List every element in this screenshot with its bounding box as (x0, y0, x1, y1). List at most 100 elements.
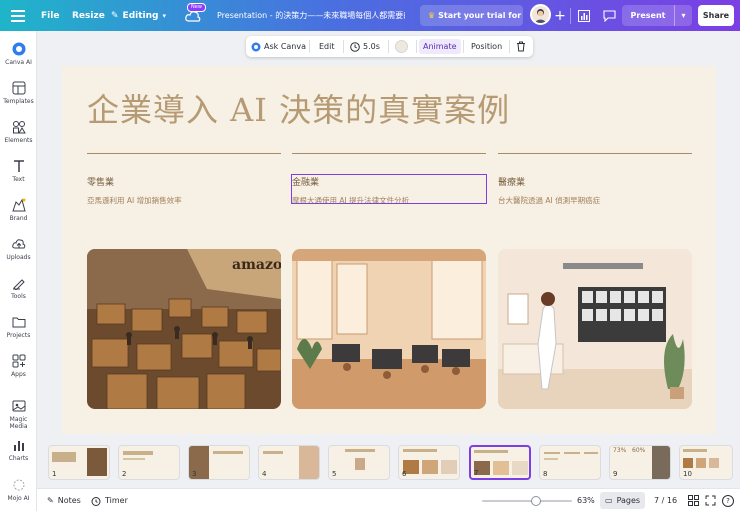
templates-icon (12, 81, 25, 95)
bottom-bar: ✎ Notes Timer 63% ▭ Pages 7 / 16 ? (37, 488, 740, 511)
sidebar-item-label: Apps (11, 371, 26, 378)
page-count: 7 / 16 (654, 496, 678, 505)
page-thumbnail[interactable]: 2 (118, 445, 180, 480)
position-button[interactable]: Position (471, 36, 502, 57)
page-thumbnail[interactable]: 4 (258, 445, 320, 480)
sidebar-item-label: Tools (11, 293, 26, 300)
page-thumbnail[interactable]: 73% 60% 9 (609, 445, 671, 480)
sidebar-item-label: Templates (3, 98, 34, 105)
insights-chart-icon[interactable] (573, 5, 595, 27)
column-heading-medical[interactable]: 醫療業 (498, 175, 525, 188)
elements-icon (12, 121, 26, 134)
present-button[interactable]: Present ▾ (622, 5, 692, 26)
avatar[interactable] (530, 4, 551, 25)
sidebar-item-canva-ai[interactable]: Canva AI (0, 42, 37, 66)
slide-title[interactable]: 企業導入 AI 決策的真實案例 (87, 85, 510, 131)
crown-icon: ♛ (428, 11, 436, 20)
page-number: 10 (683, 470, 692, 478)
column-heading-retail[interactable]: 零售業 (87, 175, 114, 188)
file-menu[interactable]: File (41, 0, 59, 31)
duration-button[interactable]: 5.0s (350, 36, 380, 57)
divider (509, 40, 510, 53)
page-number: 9 (613, 470, 618, 478)
divider-line (87, 153, 281, 154)
canva-ai-icon (251, 42, 261, 51)
brand-icon (11, 198, 26, 212)
mojo-ai-icon (13, 479, 24, 491)
sidebar-item-templates[interactable]: Templates (0, 81, 37, 105)
column-sub-medical[interactable]: 台大醫院透過 AI 偵測早期癌症 (498, 195, 600, 206)
document-title[interactable]: Presentation - 的決策力——未來職場每個人都需要的... (217, 0, 405, 31)
warehouse-image[interactable]: amazon (87, 249, 281, 409)
magic-media-icon (12, 400, 25, 412)
trash-icon[interactable] (516, 36, 526, 57)
editing-mode-button[interactable]: ✎ Editing ▾ (111, 0, 166, 31)
page-thumbnail[interactable]: 6 (398, 445, 460, 480)
divider (343, 40, 344, 53)
sidebar-item-label: Charts (8, 455, 29, 462)
pages-button[interactable]: ▭ Pages (600, 492, 646, 509)
page-thumbnail-selected[interactable]: 7 (469, 445, 531, 480)
sidebar-item-text[interactable]: Text (0, 159, 37, 183)
sidebar-item-uploads[interactable]: Uploads (0, 237, 37, 261)
page-thumbnail[interactable]: 8 (539, 445, 601, 480)
fullscreen-icon[interactable] (705, 489, 716, 511)
page-thumbnail[interactable]: 10 (679, 445, 733, 480)
grid-view-icon[interactable] (688, 489, 699, 511)
page-number: 6 (402, 470, 407, 478)
divider-line (498, 153, 692, 154)
hospital-image[interactable] (498, 249, 692, 409)
zoom-level[interactable]: 63% (577, 489, 595, 511)
ask-canva-label: Ask Canva (264, 42, 307, 51)
notes-button[interactable]: ✎ Notes (47, 489, 81, 511)
column-sub-retail[interactable]: 亞馬遜利用 AI 增加銷售效率 (87, 195, 182, 206)
sidebar-item-brand[interactable]: Brand (0, 198, 37, 222)
chevron-down-icon[interactable]: ▾ (674, 5, 692, 26)
sidebar-item-label: Brand (9, 215, 28, 222)
page-number: 5 (332, 470, 337, 478)
left-sidebar: Canva AI Templates Elements Text Brand U… (0, 31, 37, 511)
start-trial-button[interactable]: ♛ Start your trial for ... (420, 5, 523, 26)
pages-icon: ▭ (605, 496, 613, 505)
sidebar-item-projects[interactable]: Projects (0, 315, 37, 339)
zoom-slider-thumb[interactable] (531, 495, 542, 506)
amazon-sign: amazon (232, 257, 281, 273)
color-swatch-button[interactable] (395, 36, 408, 57)
sidebar-item-apps[interactable]: Apps (0, 354, 37, 378)
sidebar-item-label: Canva AI (5, 59, 32, 66)
share-button[interactable]: Share (698, 5, 734, 26)
sidebar-item-magic-media[interactable]: Magic Media (0, 399, 37, 430)
sidebar-item-label: Elements (4, 137, 33, 144)
sidebar-item-elements[interactable]: Elements (0, 120, 37, 144)
menu-icon[interactable] (7, 5, 29, 27)
selection-box[interactable] (291, 174, 487, 204)
edit-button[interactable]: Edit (319, 36, 335, 57)
divider (309, 40, 310, 53)
sidebar-item-mojo-ai[interactable]: Mojo AI (0, 478, 37, 502)
thumbnail-stat: 73% (613, 447, 627, 454)
new-badge: New (187, 3, 206, 12)
trial-label: Start your trial for ... (438, 11, 523, 20)
sidebar-item-charts[interactable]: Charts (0, 438, 37, 462)
divider-line (292, 153, 486, 154)
page-number: 1 (52, 470, 57, 478)
page-thumbnail[interactable]: 5 (328, 445, 390, 480)
clock-icon (350, 41, 360, 52)
ask-canva-button[interactable]: Ask Canva (251, 36, 306, 57)
sidebar-item-tools[interactable]: Tools (0, 276, 37, 300)
resize-button[interactable]: Resize (72, 0, 105, 31)
apps-icon (12, 354, 25, 368)
editing-label: Editing (122, 10, 159, 21)
add-collaborator-icon[interactable]: + (549, 5, 571, 27)
page-thumbnail[interactable]: 3 (188, 445, 250, 480)
page-thumbnail[interactable]: 1 (48, 445, 110, 480)
animate-button[interactable]: Animate (419, 39, 461, 54)
timer-button[interactable]: Timer (91, 489, 128, 511)
comment-icon[interactable] (598, 5, 620, 27)
office-image[interactable] (292, 249, 486, 409)
pencil-icon: ✎ (111, 10, 119, 21)
help-icon[interactable]: ? (722, 489, 734, 511)
zoom-slider[interactable] (482, 489, 572, 511)
sidebar-item-label: Text (12, 176, 25, 183)
timer-label: Timer (105, 496, 128, 505)
